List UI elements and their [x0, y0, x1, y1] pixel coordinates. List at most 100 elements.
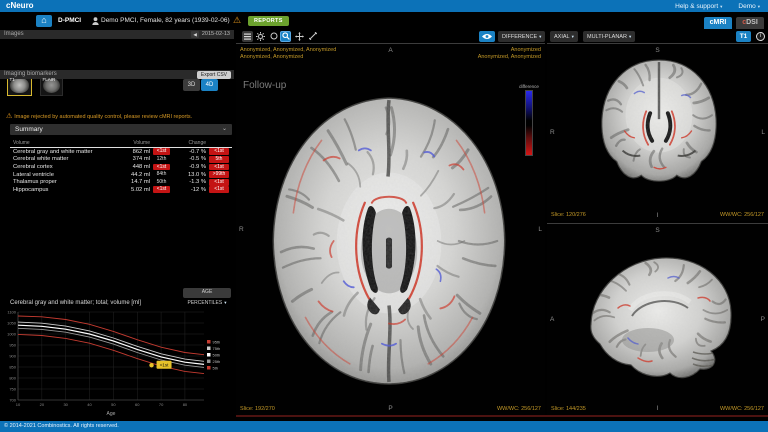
layout-menu-button[interactable] [242, 31, 253, 42]
change-value: -0.7 % [173, 149, 206, 155]
svg-text:5th: 5th [213, 365, 219, 370]
summary-table-rows: Cerebral gray and white matter862 ml<1st… [10, 148, 232, 194]
chevron-down-icon: ⌄ [222, 124, 227, 135]
thumbnail-label: T1 [10, 77, 15, 82]
warning-icon: ⚠ [233, 12, 241, 29]
coronal-brain-image [595, 54, 723, 204]
view-3d-button[interactable]: 3D [183, 79, 200, 91]
growth-chart: Cerebral gray and white matter; total; v… [0, 296, 234, 418]
app-logo: cNeuro [6, 0, 34, 12]
app-window: cNeuro Help & support▾ Demo▾ ⌂ D-PMCI De… [0, 0, 768, 432]
structure-name: Cerebral white matter [13, 156, 111, 162]
tab-cmri[interactable]: cMRI [704, 17, 732, 29]
orientation-label: P [761, 316, 765, 323]
pan-tool-button[interactable] [294, 31, 305, 42]
window-level-label: WW/WC: 256/127 [720, 406, 764, 412]
summary-row[interactable]: Cerebral cortex448 ml<1st-0.9 %<1st [10, 163, 232, 171]
summary-row[interactable]: Hippocampus5.02 ml<1st-12 %<1st [10, 186, 232, 194]
viewer-bottom-line [236, 415, 768, 417]
change-percentile-badge: <1st [209, 179, 229, 186]
patient-info: Demo PMCI, Female, 82 years (1939-02-06) [101, 12, 230, 29]
svg-text:50th: 50th [213, 352, 221, 357]
patient-header: ⌂ D-PMCI Demo PMCI, Female, 82 years (19… [0, 12, 768, 29]
change-percentile-badge: >99th [209, 171, 229, 178]
svg-text:95th: 95th [213, 339, 221, 344]
chevron-down-icon: ▾ [720, 4, 722, 9]
structure-name: Hippocampus [13, 187, 111, 193]
viewport-sagittal[interactable]: S I A P [547, 223, 768, 415]
change-percentile-badge: <1st [209, 148, 229, 155]
axial-brain-image [263, 90, 515, 392]
viewport-coronal[interactable]: S I R L [547, 43, 768, 221]
chevron-down-icon: ▾ [572, 34, 574, 39]
view-4d-button[interactable]: 4D [201, 79, 218, 91]
slice-label: Slice: 120/276 [551, 212, 586, 218]
viewport-axial[interactable]: Anonymized, Anonymized, Anonymized Anony… [236, 43, 545, 415]
window-level-label: WW/WC: 256/127 [497, 406, 541, 412]
svg-text:750: 750 [9, 386, 16, 391]
measure-tool-button[interactable] [307, 31, 318, 42]
summary-row[interactable]: Thalamus proper14.7 ml50th-1.3 %<1st [10, 178, 232, 186]
reports-button[interactable]: REPORTS [248, 16, 289, 26]
svg-text:60: 60 [135, 402, 140, 407]
zoom-tool-button[interactable] [280, 31, 291, 42]
chevron-down-icon: ▾ [758, 4, 760, 9]
change-value: -0.9 % [173, 164, 206, 170]
change-value: 13.0 % [173, 172, 206, 178]
svg-text:80: 80 [183, 402, 188, 407]
tab-cdsi[interactable]: cDSI [736, 17, 764, 29]
slice-label: Slice: 192/270 [240, 406, 275, 412]
patient-id: D-PMCI [58, 12, 81, 29]
left-panel: Images ◀ 2015-02-13 T1 FLAIR 3D 4D Imagi… [0, 29, 234, 418]
summary-row[interactable]: Cerebral white matter374 ml12th-0.5 %5th [10, 156, 232, 164]
structure-name: Lateral ventricle [13, 172, 111, 178]
orientation-label: A [236, 47, 545, 54]
summary-panel: Summary ⌄ Volume Volume Change Cerebral … [10, 124, 232, 194]
svg-text:20: 20 [40, 402, 45, 407]
info-icon[interactable]: i [756, 32, 765, 41]
image-viewer: DIFFERENCE▾ AXIAL▾ MULTI-PLANAR▾ T1 i An… [236, 29, 768, 418]
structure-name: Thalamus proper [13, 179, 111, 185]
svg-text:10: 10 [16, 402, 21, 407]
structure-name: Cerebral gray and white matter [13, 149, 111, 155]
person-icon [92, 17, 99, 27]
volume-value: 448 ml [114, 164, 150, 170]
orientation-label: S [547, 227, 768, 234]
images-title: Images [0, 31, 24, 37]
ruler-icon [309, 32, 317, 40]
difference-colorbar: difference [518, 84, 540, 156]
orientation-dropdown[interactable]: AXIAL▾ [550, 31, 578, 42]
svg-text:850: 850 [9, 364, 16, 369]
home-button[interactable]: ⌂ [36, 15, 52, 27]
thumbnail-label: FLAIR [43, 77, 56, 82]
gear-icon [256, 32, 265, 41]
slice-label: Slice: 144/235 [551, 406, 586, 412]
volume-value: 14.7 ml [114, 179, 150, 185]
study-date: 2015-02-13 [202, 30, 230, 39]
footer-bar: © 2014-2021 Combinostics. All rights res… [0, 421, 768, 432]
overlay-mode-dropdown[interactable]: DIFFERENCE▾ [498, 31, 545, 42]
layout-mode-dropdown[interactable]: MULTI-PLANAR▾ [583, 31, 635, 42]
help-support-menu[interactable]: Help & support▾ [675, 3, 722, 10]
qc-warning: ⚠Image rejected by automated quality con… [6, 112, 232, 120]
change-value: -0.5 % [173, 156, 206, 162]
circle-icon [270, 32, 278, 40]
warning-icon: ⚠ [6, 113, 12, 120]
volume-percentile-badge: 84th [153, 171, 170, 178]
structure-name: Cerebral cortex [13, 164, 111, 170]
sequence-t1-button[interactable]: T1 [736, 31, 751, 42]
svg-text:1100: 1100 [7, 309, 16, 314]
orientation-label: L [761, 129, 765, 136]
prev-date-button[interactable]: ◀ [191, 31, 198, 38]
orientation-label: A [550, 316, 554, 323]
brush-button[interactable] [268, 31, 279, 42]
visibility-button[interactable] [479, 31, 495, 42]
summary-row[interactable]: Cerebral gray and white matter862 ml<1st… [10, 148, 232, 156]
settings-button[interactable] [255, 31, 266, 42]
summary-row[interactable]: Lateral ventricle44.2 ml84th13.0 %>99th [10, 171, 232, 179]
export-csv-button[interactable]: Export CSV [197, 71, 231, 79]
summary-header[interactable]: Summary ⌄ [10, 124, 232, 135]
svg-text:1000: 1000 [7, 331, 17, 336]
svg-text:900: 900 [9, 353, 16, 358]
user-menu[interactable]: Demo▾ [738, 3, 760, 10]
